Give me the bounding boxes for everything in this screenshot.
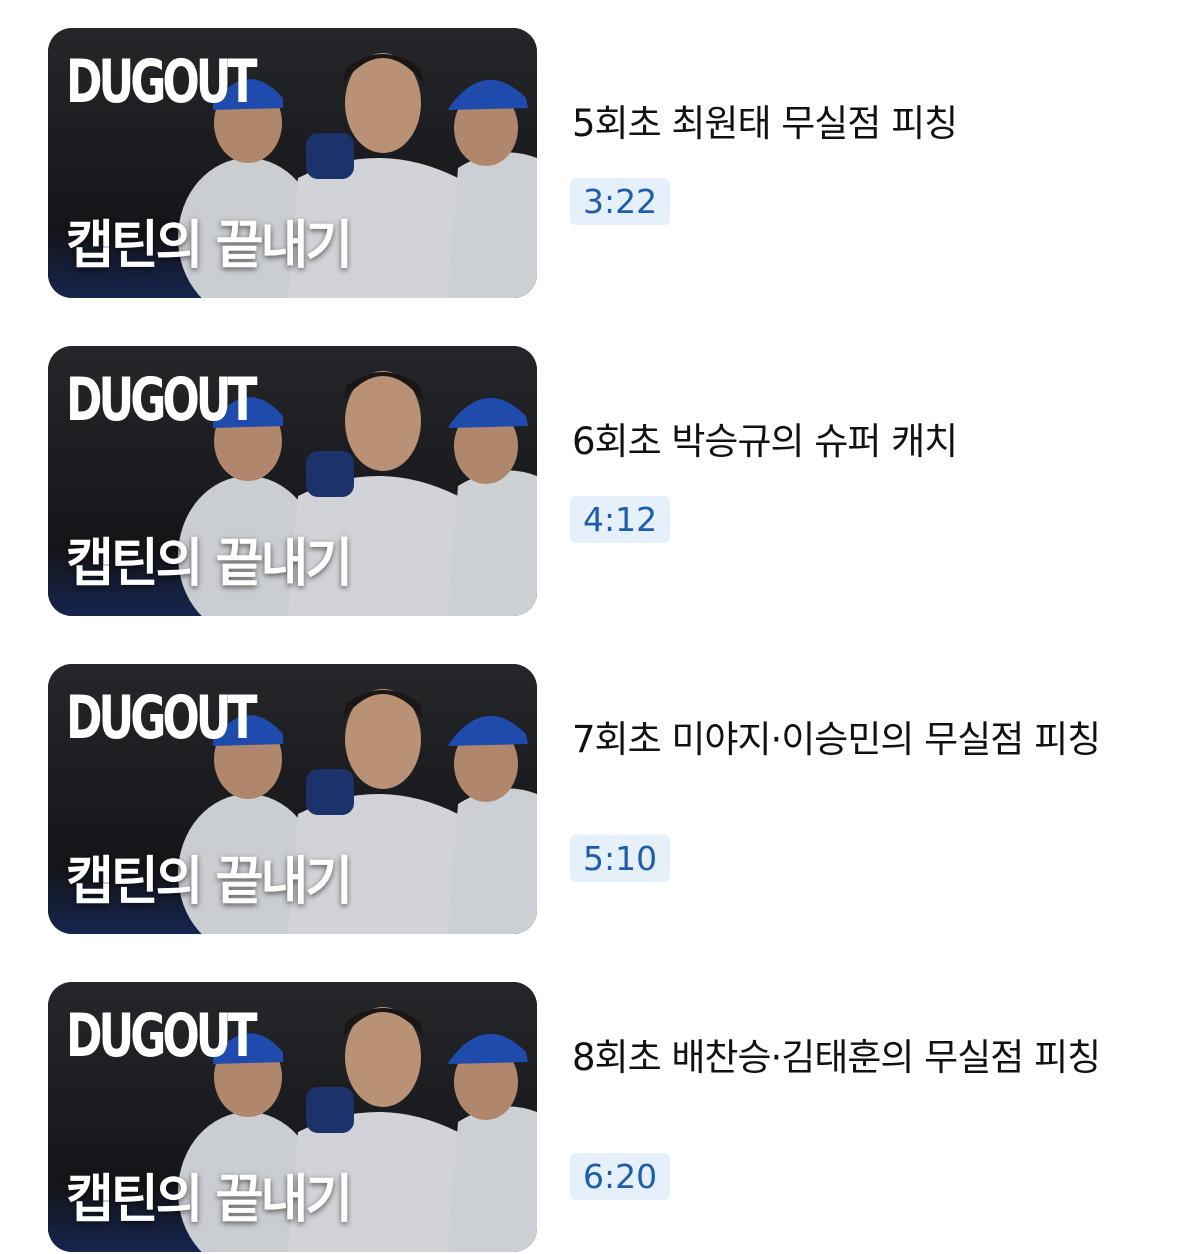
video-thumbnail[interactable]: DUGOUT 캡틴의 끝내기 (48, 28, 537, 298)
video-item[interactable]: DUGOUT 캡틴의 끝내기 7회초 미야지·이승민의 무실점 피칭 5:10 (0, 664, 1179, 934)
channel-logo: DUGOUT (66, 366, 258, 435)
channel-logo: DUGOUT (66, 1002, 258, 1071)
video-thumbnail[interactable]: DUGOUT 캡틴의 끝내기 (48, 346, 537, 616)
channel-logo: DUGOUT (66, 48, 258, 117)
video-item[interactable]: DUGOUT 캡틴의 끝내기 5회초 최원태 무실점 피칭 3:22 (0, 28, 1179, 298)
thumbnail-caption: 캡틴의 끝내기 (66, 1170, 353, 1230)
video-title[interactable]: 5회초 최원태 무실점 피칭 (572, 100, 1132, 148)
duration-badge: 4:12 (570, 496, 671, 543)
video-title[interactable]: 6회초 박승규의 슈퍼 캐치 (572, 418, 1132, 466)
video-title[interactable]: 8회초 배찬승·김태훈의 무실점 피칭 (572, 1034, 1132, 1082)
duration-badge: 3:22 (570, 178, 671, 225)
thumbnail-caption: 캡틴의 끝내기 (66, 534, 353, 594)
video-thumbnail[interactable]: DUGOUT 캡틴의 끝내기 (48, 664, 537, 934)
duration-badge: 5:10 (570, 835, 671, 882)
thumbnail-caption: 캡틴의 끝내기 (66, 216, 353, 276)
thumbnail-caption: 캡틴의 끝내기 (66, 852, 353, 912)
video-thumbnail[interactable]: DUGOUT 캡틴의 끝내기 (48, 982, 537, 1252)
video-title[interactable]: 7회초 미야지·이승민의 무실점 피칭 (572, 716, 1132, 764)
video-item[interactable]: DUGOUT 캡틴의 끝내기 6회초 박승규의 슈퍼 캐치 4:12 (0, 346, 1179, 616)
video-item[interactable]: DUGOUT 캡틴의 끝내기 8회초 배찬승·김태훈의 무실점 피칭 6:20 (0, 982, 1179, 1252)
duration-badge: 6:20 (570, 1153, 671, 1200)
video-list: DUGOUT 캡틴의 끝내기 5회초 최원태 무실점 피칭 3:22 DUGOU… (0, 0, 1179, 1254)
channel-logo: DUGOUT (66, 684, 258, 753)
